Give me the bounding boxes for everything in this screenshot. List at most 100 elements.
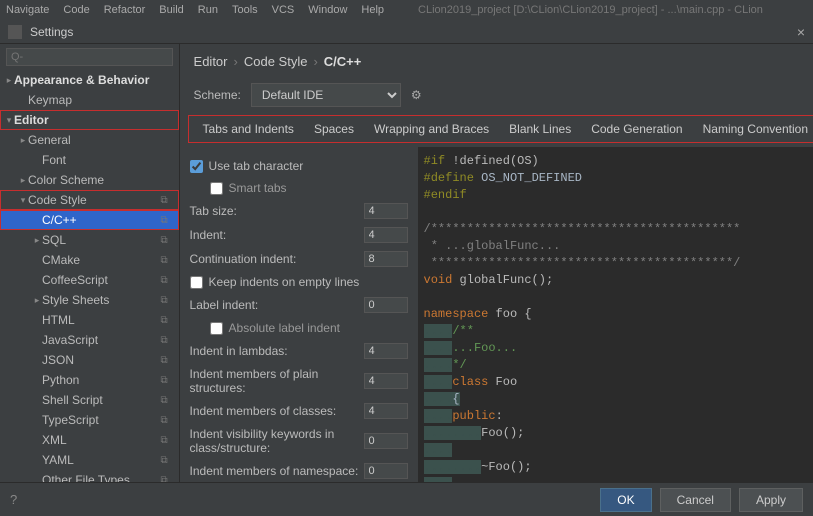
- sidebar-item[interactable]: Other File Types⧉: [0, 470, 179, 482]
- sidebar-item-label: TypeScript: [42, 413, 161, 427]
- tab-size-input[interactable]: [364, 203, 408, 219]
- visibility-input[interactable]: [364, 433, 408, 449]
- tab-spaces[interactable]: Spaces: [314, 122, 354, 136]
- sidebar-item[interactable]: Keymap: [0, 90, 179, 110]
- scope-icon: ⧉: [161, 335, 175, 346]
- sidebar-item[interactable]: Font: [0, 150, 179, 170]
- sidebar-item-label: Code Style: [28, 193, 161, 207]
- scheme-row: Scheme: Default IDE ⚙ Set from...: [180, 75, 813, 115]
- sidebar-item-label: Python: [42, 373, 161, 387]
- menu-item[interactable]: Window: [308, 4, 347, 16]
- sidebar-item-label: Appearance & Behavior: [14, 73, 175, 87]
- label-indent-input[interactable]: [364, 297, 408, 313]
- breadcrumb-item[interactable]: Code Style: [244, 54, 308, 69]
- arrow-icon: [18, 195, 28, 206]
- sidebar-item[interactable]: CMake⧉: [0, 250, 179, 270]
- scope-icon: ⧉: [161, 355, 175, 366]
- sidebar-item[interactable]: HTML⧉: [0, 310, 179, 330]
- ok-button[interactable]: OK: [600, 488, 651, 512]
- classes-label: Indent members of classes:: [190, 404, 337, 418]
- sidebar-item[interactable]: JSON⧉: [0, 350, 179, 370]
- scope-icon: ⧉: [161, 415, 175, 426]
- tab-size-label: Tab size:: [190, 204, 237, 218]
- settings-sidebar: Appearance & Behavior KeymapEditor General…: [0, 44, 180, 482]
- code-preview: #if !defined(OS) #define OS_NOT_DEFINED …: [418, 147, 813, 482]
- close-icon[interactable]: ×: [797, 24, 805, 40]
- use-tab-label: Use tab character: [209, 159, 304, 173]
- menu-item[interactable]: Tools: [232, 4, 258, 16]
- scope-icon: ⧉: [161, 375, 175, 386]
- namespace-input[interactable]: [364, 463, 408, 479]
- abs-label-label: Absolute label indent: [229, 321, 340, 335]
- menu-item[interactable]: Navigate: [6, 4, 49, 16]
- lambda-input[interactable]: [364, 343, 408, 359]
- sidebar-item-label: Shell Script: [42, 393, 161, 407]
- breadcrumb-current: C/C++: [324, 54, 362, 69]
- tab-naming[interactable]: Naming Convention: [703, 122, 808, 136]
- menu-item[interactable]: Run: [198, 4, 218, 16]
- menu-item[interactable]: Help: [361, 4, 384, 16]
- sidebar-item[interactable]: SQL⧉: [0, 230, 179, 250]
- sidebar-item[interactable]: Code Style⧉: [0, 190, 179, 210]
- settings-tree[interactable]: Appearance & Behavior KeymapEditor General…: [0, 70, 179, 482]
- sidebar-item-label: General: [28, 133, 175, 147]
- namespace-label: Indent members of namespace:: [190, 464, 359, 478]
- abs-label-checkbox[interactable]: [210, 322, 223, 335]
- sidebar-item[interactable]: TypeScript⧉: [0, 410, 179, 430]
- keep-indents-checkbox[interactable]: [190, 276, 203, 289]
- sidebar-item[interactable]: General: [0, 130, 179, 150]
- sidebar-item[interactable]: Appearance & Behavior: [0, 70, 179, 90]
- dialog-titlebar: Settings ×: [0, 20, 813, 44]
- sidebar-item[interactable]: YAML⧉: [0, 450, 179, 470]
- search-input[interactable]: [6, 48, 173, 66]
- cancel-button[interactable]: Cancel: [660, 488, 731, 512]
- classes-input[interactable]: [364, 403, 408, 419]
- scheme-label: Scheme:: [194, 88, 241, 102]
- settings-window: Navigate Code Refactor Build Run Tools V…: [0, 0, 813, 516]
- arrow-icon: [4, 115, 14, 126]
- sidebar-item[interactable]: Style Sheets⧉: [0, 290, 179, 310]
- tab-blank-lines[interactable]: Blank Lines: [509, 122, 571, 136]
- tab-wrapping[interactable]: Wrapping and Braces: [374, 122, 489, 136]
- sidebar-item-label: Color Scheme: [28, 173, 175, 187]
- scope-icon: ⧉: [161, 215, 175, 226]
- sidebar-item[interactable]: Color Scheme: [0, 170, 179, 190]
- menu-item[interactable]: Refactor: [104, 4, 146, 16]
- gear-icon[interactable]: ⚙: [411, 88, 422, 102]
- sidebar-item-label: Font: [42, 153, 175, 167]
- sidebar-item[interactable]: JavaScript⧉: [0, 330, 179, 350]
- scope-icon: ⧉: [161, 455, 175, 466]
- sidebar-item[interactable]: CoffeeScript⧉: [0, 270, 179, 290]
- tab-tabs-indents[interactable]: Tabs and Indents: [203, 122, 294, 136]
- plain-struct-input[interactable]: [364, 373, 408, 389]
- sidebar-item[interactable]: Shell Script⧉: [0, 390, 179, 410]
- use-tab-checkbox[interactable]: [190, 160, 203, 173]
- scope-icon: ⧉: [161, 275, 175, 286]
- scheme-select[interactable]: Default IDE: [251, 83, 401, 107]
- indent-input[interactable]: [364, 227, 408, 243]
- sidebar-item[interactable]: XML⧉: [0, 430, 179, 450]
- cont-indent-input[interactable]: [364, 251, 408, 267]
- plain-struct-label: Indent members of plain structures:: [190, 367, 364, 395]
- window-title: CLion2019_project [D:\CLion\CLion2019_pr…: [418, 4, 763, 16]
- sidebar-item[interactable]: Editor: [0, 110, 179, 130]
- smart-tabs-checkbox[interactable]: [210, 182, 223, 195]
- chevron-right-icon: ›: [313, 54, 317, 69]
- sidebar-item-label: CoffeeScript: [42, 273, 161, 287]
- menu-item[interactable]: Build: [159, 4, 183, 16]
- sidebar-item-label: JavaScript: [42, 333, 161, 347]
- sidebar-item-label: Other File Types: [42, 473, 161, 482]
- breadcrumb-item[interactable]: Editor: [194, 54, 228, 69]
- sidebar-item[interactable]: C/C++⧉: [0, 210, 179, 230]
- tab-code-gen[interactable]: Code Generation: [591, 122, 682, 136]
- menu-item[interactable]: VCS: [272, 4, 295, 16]
- apply-button[interactable]: Apply: [739, 488, 803, 512]
- menu-item[interactable]: Code: [63, 4, 89, 16]
- arrow-icon: [18, 135, 28, 146]
- sidebar-item-label: XML: [42, 433, 161, 447]
- help-icon[interactable]: ?: [10, 492, 17, 507]
- arrow-icon: [18, 175, 28, 186]
- arrow-icon: [32, 235, 42, 246]
- visibility-label: Indent visibility keywords in class/stru…: [190, 427, 364, 455]
- sidebar-item[interactable]: Python⧉: [0, 370, 179, 390]
